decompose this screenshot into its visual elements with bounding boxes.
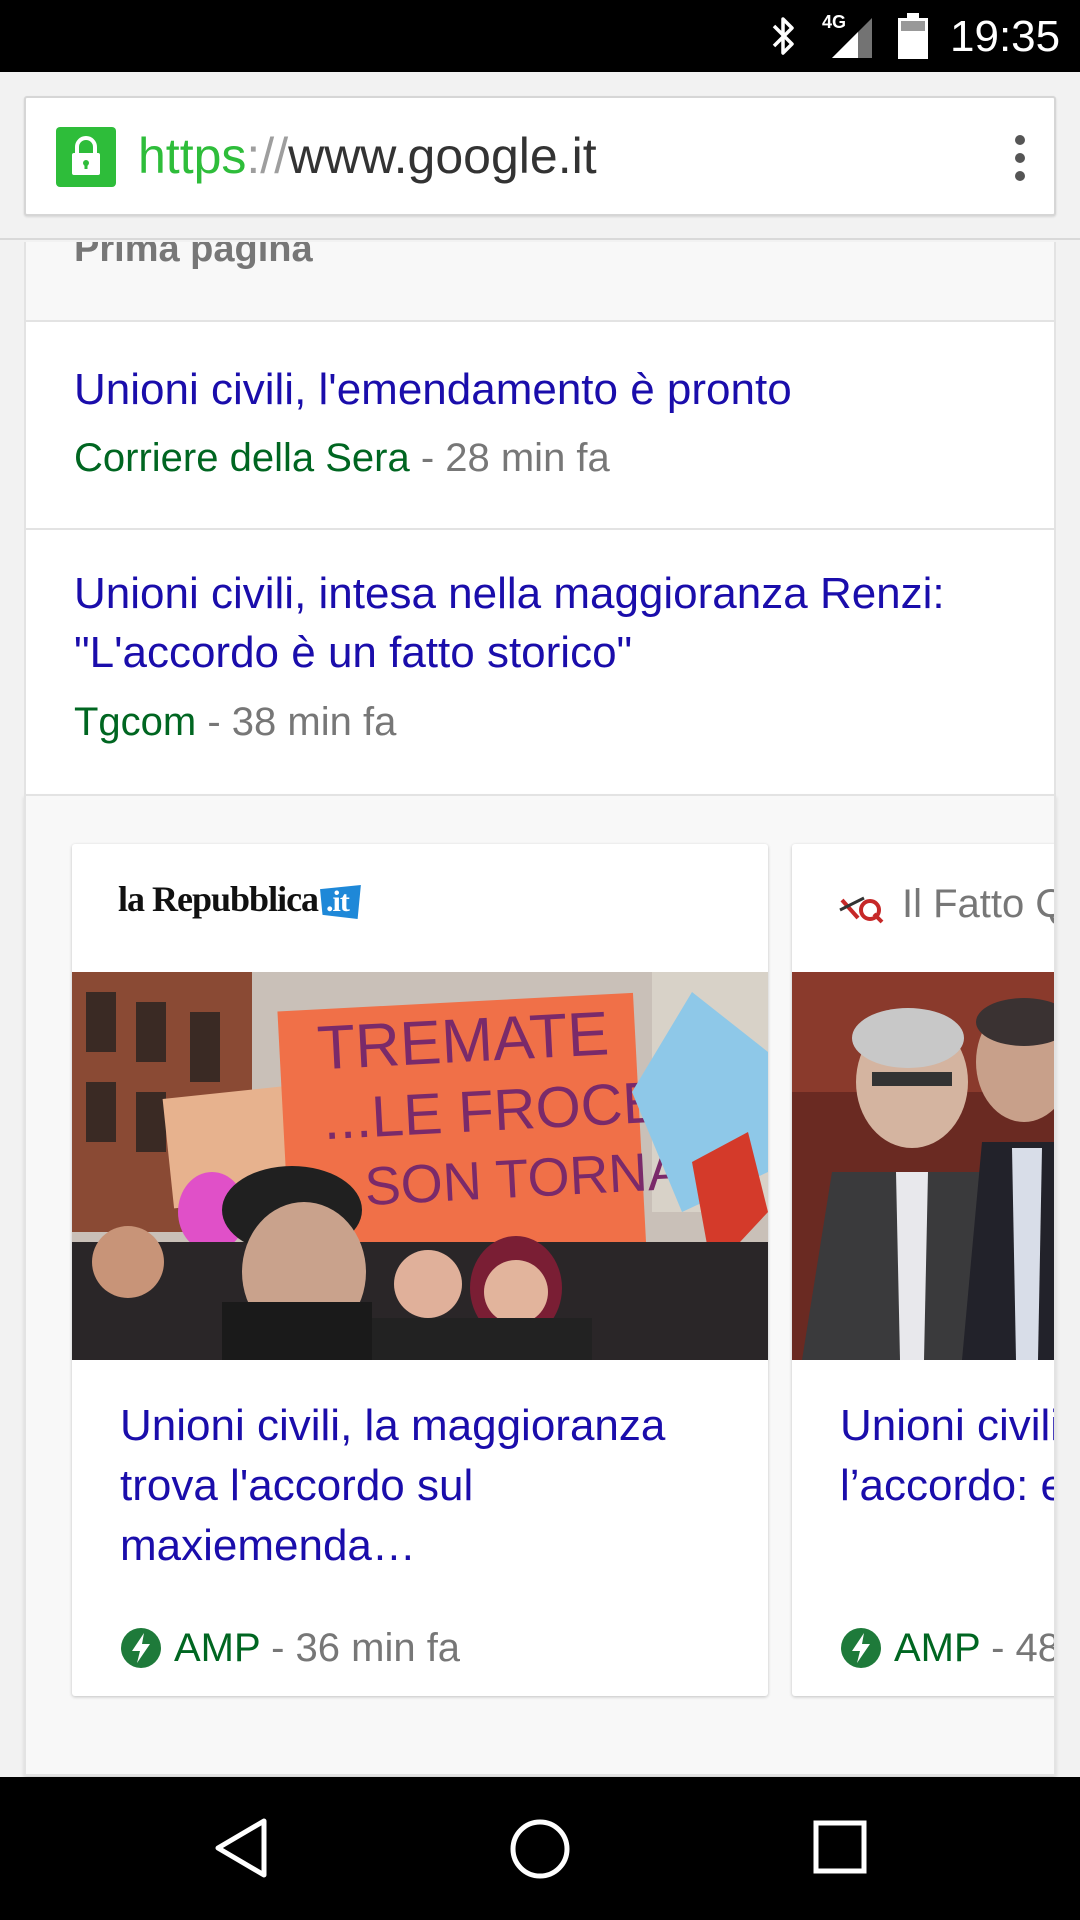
status-bar: 4G 19:35 (0, 0, 1080, 72)
page-content: Prima pagina Unioni civili, l'emendament… (0, 242, 1080, 1777)
browser-toolbar: https://www.google.it (0, 72, 1080, 240)
publisher-suffix: .it (320, 885, 361, 919)
amp-icon (841, 1628, 881, 1668)
home-icon[interactable] (508, 1817, 572, 1881)
article-photo[interactable] (792, 972, 1056, 1360)
news-headline[interactable]: Unioni civili, l'emendamento è pronto (74, 360, 792, 419)
publisher-name: la Repubblica (118, 879, 319, 919)
news-item[interactable]: Unioni civili, intesa nella maggioranza … (24, 528, 1056, 796)
publisher-logo (839, 896, 884, 924)
navigation-bar (0, 1777, 1080, 1920)
article-age: - 48 (979, 1626, 1056, 1670)
news-meta: Tgcom - 38 min fa (74, 700, 396, 745)
section-header: Prima pagina (24, 242, 1056, 322)
back-icon[interactable] (212, 1817, 272, 1879)
article-photo[interactable]: TREMATE ...LE FROCE SON TORNATE (72, 972, 768, 1360)
lock-icon[interactable] (56, 127, 116, 187)
article-meta: AMP - 48 (840, 1626, 1056, 1671)
news-headline[interactable]: Unioni civili, intesa nella maggioranza … (74, 564, 974, 682)
url-host: www.google.it (288, 128, 597, 184)
signal-icon (832, 18, 872, 58)
clock: 19:35 (950, 12, 1061, 61)
amp-label: AMP (174, 1626, 260, 1670)
url-scheme: https (138, 128, 247, 184)
battery-icon (898, 13, 928, 59)
amp-card[interactable]: la Repubblica .it TREMATE ...LE FROCE SON… (72, 844, 768, 1696)
amp-carousel[interactable]: la Repubblica .it TREMATE ...LE FROCE SON… (24, 794, 1056, 1776)
article-title[interactable]: Unioni civili ancora all’N l’accordo: e (840, 1396, 1054, 1516)
news-item[interactable]: Unioni civili, l'emendamento è pronto Co… (24, 320, 1056, 528)
news-source: Tgcom (74, 700, 197, 744)
recents-icon[interactable] (812, 1819, 868, 1875)
news-source: Corriere della Sera (74, 436, 410, 480)
news-age: - 38 min fa (196, 700, 397, 744)
amp-card[interactable]: Il Fatto Qu Unioni civili ancora all’N l… (792, 844, 1056, 1696)
publisher-name: Il Fatto Qu (902, 882, 1054, 926)
amp-label: AMP (894, 1626, 980, 1670)
more-vert-icon[interactable] (990, 128, 1050, 188)
publisher-header: Il Fatto Qu (792, 844, 1054, 972)
article-age: - 36 min fa (259, 1626, 461, 1670)
article-meta: AMP - 36 min fa (120, 1626, 460, 1671)
article-title[interactable]: Unioni civili, la maggioranza trova l'ac… (120, 1396, 720, 1576)
publisher-header: la Repubblica .it (72, 844, 768, 972)
url-separator: :// (246, 128, 289, 184)
bluetooth-icon (772, 17, 794, 55)
address-bar[interactable]: https://www.google.it (24, 96, 1056, 216)
amp-icon (121, 1628, 161, 1668)
section-title: Prima pagina (74, 242, 313, 270)
publisher-logo: la Repubblica .it (118, 878, 361, 920)
news-meta: Corriere della Sera - 28 min fa (74, 436, 610, 481)
news-age: - 28 min fa (409, 436, 610, 480)
url-text[interactable]: https://www.google.it (138, 126, 597, 186)
